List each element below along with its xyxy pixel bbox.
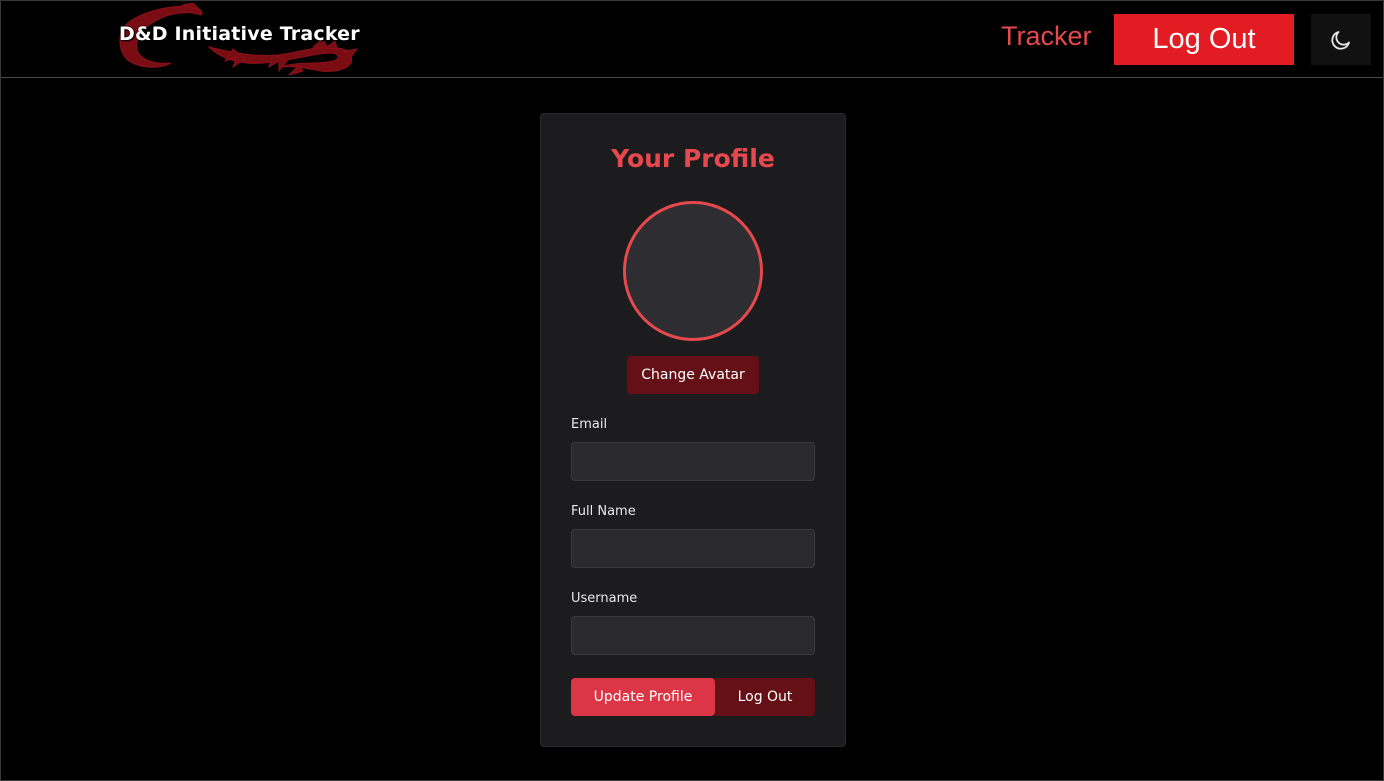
- nav-link-tracker[interactable]: Tracker: [1001, 21, 1092, 52]
- avatar: [623, 201, 763, 341]
- update-profile-button[interactable]: Update Profile: [571, 678, 715, 716]
- email-label: Email: [571, 417, 608, 432]
- app-window: D&D Initiative Tracker Tracker Log Out Y…: [0, 0, 1384, 781]
- top-navbar: D&D Initiative Tracker Tracker Log Out: [1, 1, 1383, 78]
- moon-icon: [1331, 30, 1350, 50]
- full-name-label: Full Name: [571, 504, 636, 519]
- email-field[interactable]: [571, 442, 815, 481]
- header-logout-button[interactable]: Log Out: [1114, 14, 1294, 65]
- change-avatar-button[interactable]: Change Avatar: [627, 356, 759, 394]
- theme-toggle-button[interactable]: [1311, 14, 1371, 65]
- card-logout-button[interactable]: Log Out: [715, 678, 815, 716]
- brand-logo-link[interactable]: D&D Initiative Tracker: [113, 3, 360, 75]
- username-label: Username: [571, 591, 638, 606]
- brand-title: D&D Initiative Tracker: [119, 23, 360, 45]
- page-title: Your Profile: [611, 144, 775, 173]
- full-name-field[interactable]: [571, 529, 815, 568]
- username-field[interactable]: [571, 616, 815, 655]
- profile-card: Your Profile Change Avatar Email Full Na…: [540, 113, 846, 747]
